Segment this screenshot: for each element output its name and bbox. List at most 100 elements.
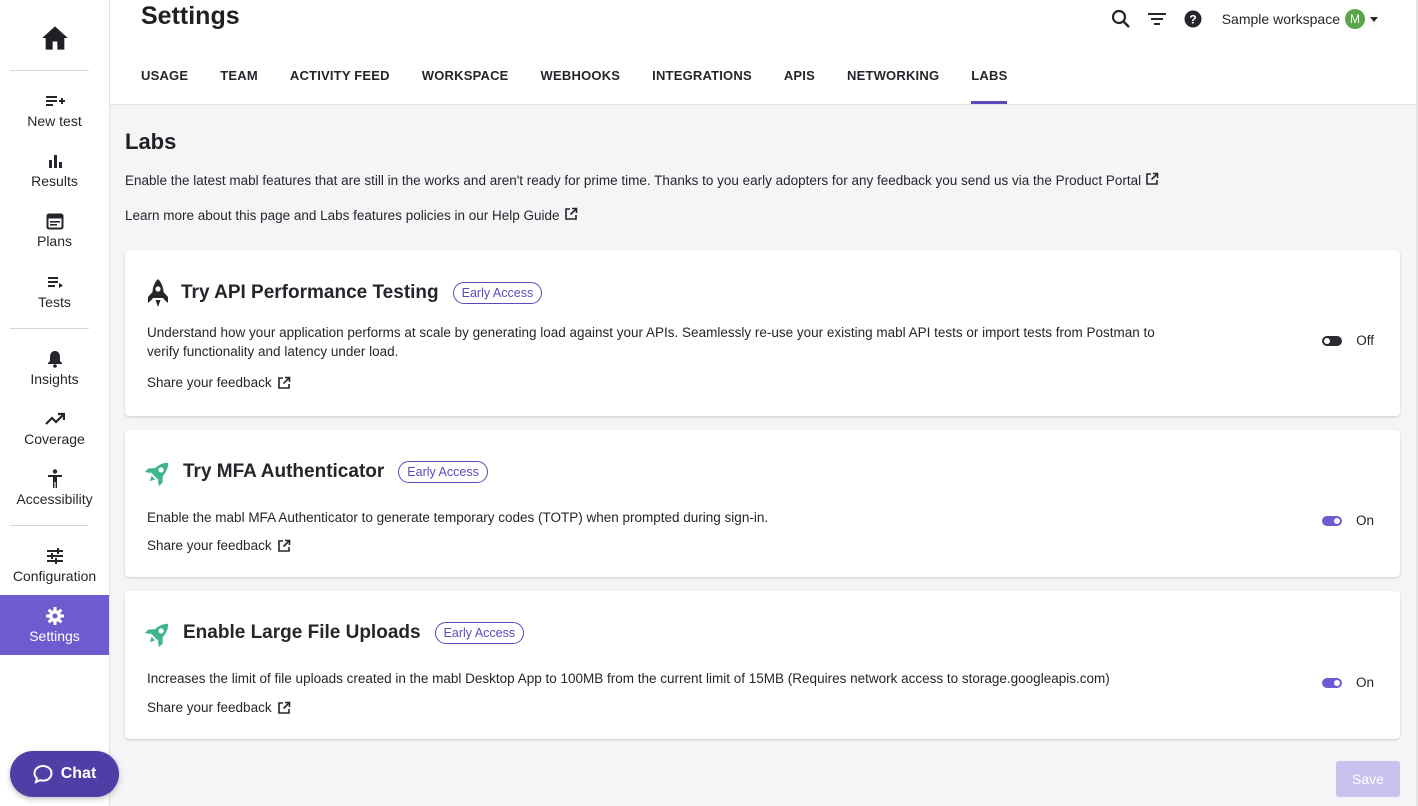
- tab-activity-feed[interactable]: ACTIVITY FEED: [290, 60, 390, 104]
- search-icon: [1111, 9, 1130, 28]
- sidebar-item-label: Results: [31, 173, 78, 189]
- sidebar-item-label: Plans: [36, 233, 73, 249]
- external-link-icon: [1146, 172, 1159, 185]
- home-button[interactable]: [0, 18, 109, 58]
- sidebar-item-insights[interactable]: Insights: [0, 348, 109, 387]
- early-access-badge: Early Access: [434, 622, 525, 644]
- card-description: Enable the mabl MFA Authenticator to gen…: [147, 510, 769, 525]
- external-link-icon: [277, 701, 290, 714]
- sidebar-item-accessibility[interactable]: Accessibility: [0, 468, 109, 507]
- sidebar-item-label: Configuration: [12, 568, 97, 584]
- lab-feature-card: Try MFA Authenticator Early Access Enabl…: [125, 430, 1400, 577]
- share-feedback-link[interactable]: Share your feedback: [147, 700, 291, 715]
- card-title: Try API Performance Testing: [181, 282, 439, 303]
- settings-tabs: USAGE TEAM ACTIVITY FEED WORKSPACE WEBHO…: [141, 60, 1008, 104]
- list-icon: [47, 271, 63, 293]
- external-link-icon: [277, 376, 290, 389]
- early-access-badge: Early Access: [398, 461, 488, 483]
- accessibility-icon: [47, 468, 63, 490]
- svg-text:?: ?: [1189, 12, 1196, 26]
- help-guide-link[interactable]: [564, 207, 578, 224]
- sidebar: New test Results Plans Tests Insights Co…: [0, 0, 110, 806]
- external-link-icon: [277, 539, 290, 552]
- chevron-down-icon: [1370, 16, 1378, 22]
- lab-feature-card: Try API Performance Testing Early Access…: [125, 250, 1400, 416]
- intro-help: Learn more about this page and Labs feat…: [125, 207, 578, 224]
- sidebar-item-coverage[interactable]: Coverage: [0, 408, 109, 447]
- save-button[interactable]: Save: [1336, 761, 1400, 797]
- intro-text: Enable the latest mabl features that are…: [125, 172, 1159, 189]
- sliders-icon: [46, 545, 64, 567]
- share-feedback-link[interactable]: Share your feedback: [147, 375, 291, 390]
- sidebar-item-label: Accessibility: [16, 491, 93, 507]
- card-header: Try API Performance Testing Early Access: [145, 278, 543, 308]
- sidebar-divider: [10, 70, 89, 71]
- chat-button[interactable]: Chat: [10, 751, 119, 797]
- card-title: Enable Large File Uploads: [183, 622, 421, 643]
- page-title: Settings: [141, 2, 240, 30]
- help-icon: ?: [1184, 10, 1202, 28]
- share-feedback-link[interactable]: Share your feedback: [147, 538, 291, 553]
- intro-product-portal: Enable the latest mabl features that are…: [125, 173, 1142, 188]
- early-access-badge: Early Access: [452, 282, 543, 304]
- bell-icon: [47, 348, 63, 370]
- trending-up-icon: [44, 408, 65, 430]
- intro-help-guide: Learn more about this page and Labs feat…: [125, 208, 560, 223]
- feedback-label: Share your feedback: [147, 375, 272, 390]
- sidebar-item-label: Tests: [38, 294, 71, 310]
- toggle-switch[interactable]: [1322, 335, 1343, 346]
- toggle-switch[interactable]: [1321, 677, 1342, 688]
- rocket-icon: [148, 279, 168, 307]
- card-header: Try MFA Authenticator Early Access: [145, 458, 488, 486]
- tab-webhooks[interactable]: WEBHOOKS: [541, 60, 621, 104]
- tab-usage[interactable]: USAGE: [141, 60, 188, 104]
- feature-toggle: Off: [1322, 333, 1374, 348]
- toggle-state-label: On: [1355, 513, 1374, 528]
- sidebar-item-tests[interactable]: Tests: [0, 271, 109, 310]
- toggle-state-label: Off: [1356, 333, 1374, 348]
- tab-integrations[interactable]: INTEGRATIONS: [652, 60, 752, 104]
- toggle-state-label: On: [1355, 675, 1374, 690]
- header: Settings ? Sample workspace M USAGE TEAM…: [110, 0, 1416, 105]
- feature-toggle: On: [1321, 675, 1374, 690]
- avatar: M: [1345, 9, 1365, 29]
- sidebar-item-label: Insights: [30, 371, 79, 387]
- home-icon: [41, 26, 68, 50]
- search-button[interactable]: [1110, 8, 1132, 30]
- tab-networking[interactable]: NETWORKING: [847, 60, 939, 104]
- filter-icon: [1147, 13, 1166, 25]
- card-title: Try MFA Authenticator: [183, 461, 385, 482]
- card-header: Enable Large File Uploads Early Access: [145, 619, 525, 647]
- sidebar-item-configuration[interactable]: Configuration: [0, 545, 109, 584]
- new-test-icon: [45, 90, 65, 112]
- feature-toggle: On: [1321, 513, 1374, 528]
- workspace-name: Sample workspace: [1221, 11, 1340, 27]
- toggle-switch[interactable]: [1321, 515, 1342, 526]
- labs-title: Labs: [125, 129, 177, 154]
- sidebar-item-results[interactable]: Results: [0, 150, 109, 189]
- sidebar-divider: [10, 525, 89, 526]
- bar-chart-icon: [47, 150, 63, 172]
- feedback-label: Share your feedback: [147, 700, 272, 715]
- external-link-icon: [564, 207, 577, 220]
- sidebar-item-new-test[interactable]: New test: [0, 90, 109, 129]
- feedback-label: Share your feedback: [147, 538, 272, 553]
- help-button[interactable]: ?: [1182, 8, 1204, 30]
- workspace-selector[interactable]: Sample workspace M: [1222, 9, 1378, 29]
- tab-workspace[interactable]: WORKSPACE: [422, 60, 509, 104]
- rocket-icon: [145, 462, 169, 486]
- calendar-icon: [46, 210, 64, 232]
- sidebar-item-plans[interactable]: Plans: [0, 210, 109, 249]
- card-description: Understand how your application performs…: [147, 325, 1155, 359]
- sidebar-item-settings[interactable]: Settings: [0, 595, 109, 655]
- chat-icon: [33, 764, 53, 784]
- card-description: Increases the limit of file uploads crea…: [147, 671, 1110, 686]
- lab-feature-card: Enable Large File Uploads Early Access I…: [125, 591, 1400, 739]
- product-portal-link[interactable]: [1145, 172, 1159, 189]
- sidebar-item-label: Settings: [29, 628, 80, 644]
- filter-button[interactable]: [1146, 8, 1168, 30]
- tab-team[interactable]: TEAM: [220, 60, 258, 104]
- sidebar-item-label: Coverage: [24, 431, 85, 447]
- tab-apis[interactable]: APIS: [784, 60, 815, 104]
- tab-labs[interactable]: LABS: [971, 60, 1008, 104]
